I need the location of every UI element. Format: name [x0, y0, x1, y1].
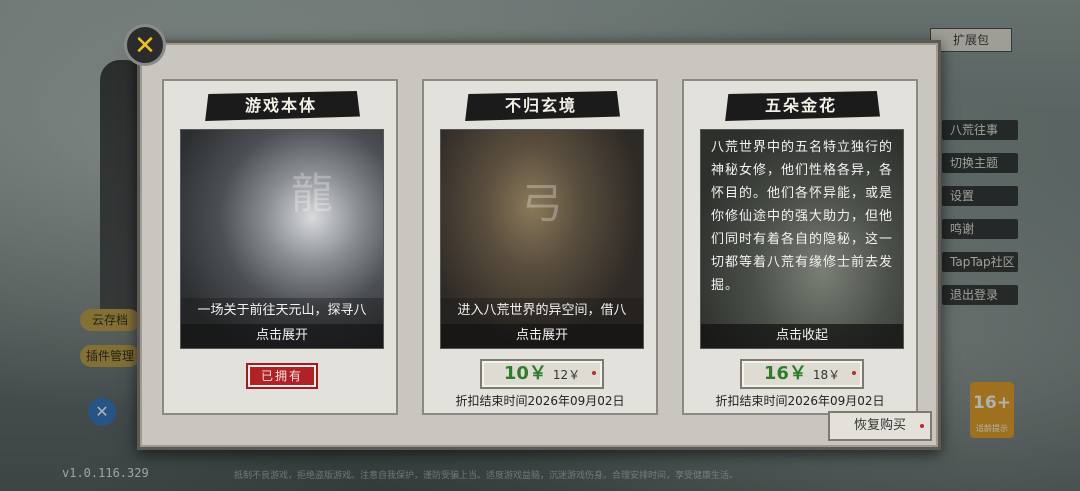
owned-label: 已拥有 [250, 367, 314, 385]
dlc-card-buguixuanjing: 不归玄境 弓 进入八荒世界的异空间，借八 点击展开 10￥ 12￥ 折扣结束时间2… [422, 79, 658, 415]
original-price: 18￥ [812, 368, 841, 382]
buy-button[interactable]: 10￥ 12￥ [480, 359, 604, 389]
card-caption: 一场关于前往天元山，探寻八 [181, 298, 383, 324]
close-button[interactable]: ✕ [124, 24, 166, 66]
collapse-button[interactable]: 点击收起 [701, 324, 903, 348]
flowers-artwork[interactable]: 八荒世界中的五名特立独行的神秘女修，他们性格各异，各怀目的。他们各怀异能，或是你… [700, 129, 904, 349]
dragon-artwork[interactable]: 龍 一场关于前往天元山，探寻八 点击展开 [180, 129, 384, 349]
dlc-store-modal: 游戏本体 龍 一场关于前往天元山，探寻八 点击展开 已拥有 不归玄境 弓 进入八… [137, 40, 941, 450]
close-icon: ✕ [134, 31, 156, 61]
heroes-artwork[interactable]: 弓 进入八荒世界的异空间，借八 点击展开 [440, 129, 644, 349]
dragon-icon: 龍 [291, 169, 334, 218]
buy-button[interactable]: 16￥ 18￥ [740, 359, 864, 389]
card-title: 五朵金花 [725, 91, 880, 121]
card-title: 游戏本体 [205, 91, 360, 121]
card-title: 不归玄境 [465, 91, 620, 121]
restore-label: 恢复购买 [853, 418, 906, 433]
discount-price: 16￥ [763, 363, 807, 384]
discount-deadline: 折扣结束时间2026年09月02日 [455, 394, 625, 408]
notification-dot [920, 424, 924, 428]
original-price: 12￥ [552, 368, 581, 382]
restore-purchase-button[interactable]: 恢复购买 [828, 411, 932, 441]
card-description: 八荒世界中的五名特立独行的神秘女修，他们性格各异，各怀目的。他们各怀异能，或是你… [711, 140, 894, 293]
card-caption: 进入八荒世界的异空间，借八 [441, 298, 643, 324]
discount-deadline: 折扣结束时间2026年09月02日 [715, 394, 885, 408]
expand-button[interactable]: 点击展开 [181, 324, 383, 348]
discount-price: 10￥ [503, 363, 547, 384]
notification-dot [852, 371, 856, 375]
notification-dot [592, 371, 596, 375]
expand-button[interactable]: 点击展开 [441, 324, 643, 348]
dlc-card-base-game: 游戏本体 龍 一场关于前往天元山，探寻八 点击展开 已拥有 [162, 79, 398, 415]
dlc-card-wuduojinhua: 五朵金花 八荒世界中的五名特立独行的神秘女修，他们性格各异，各怀目的。他们各怀异… [682, 79, 918, 415]
owned-stamp: 已拥有 [246, 363, 318, 389]
bow-icon: 弓 [521, 179, 564, 228]
